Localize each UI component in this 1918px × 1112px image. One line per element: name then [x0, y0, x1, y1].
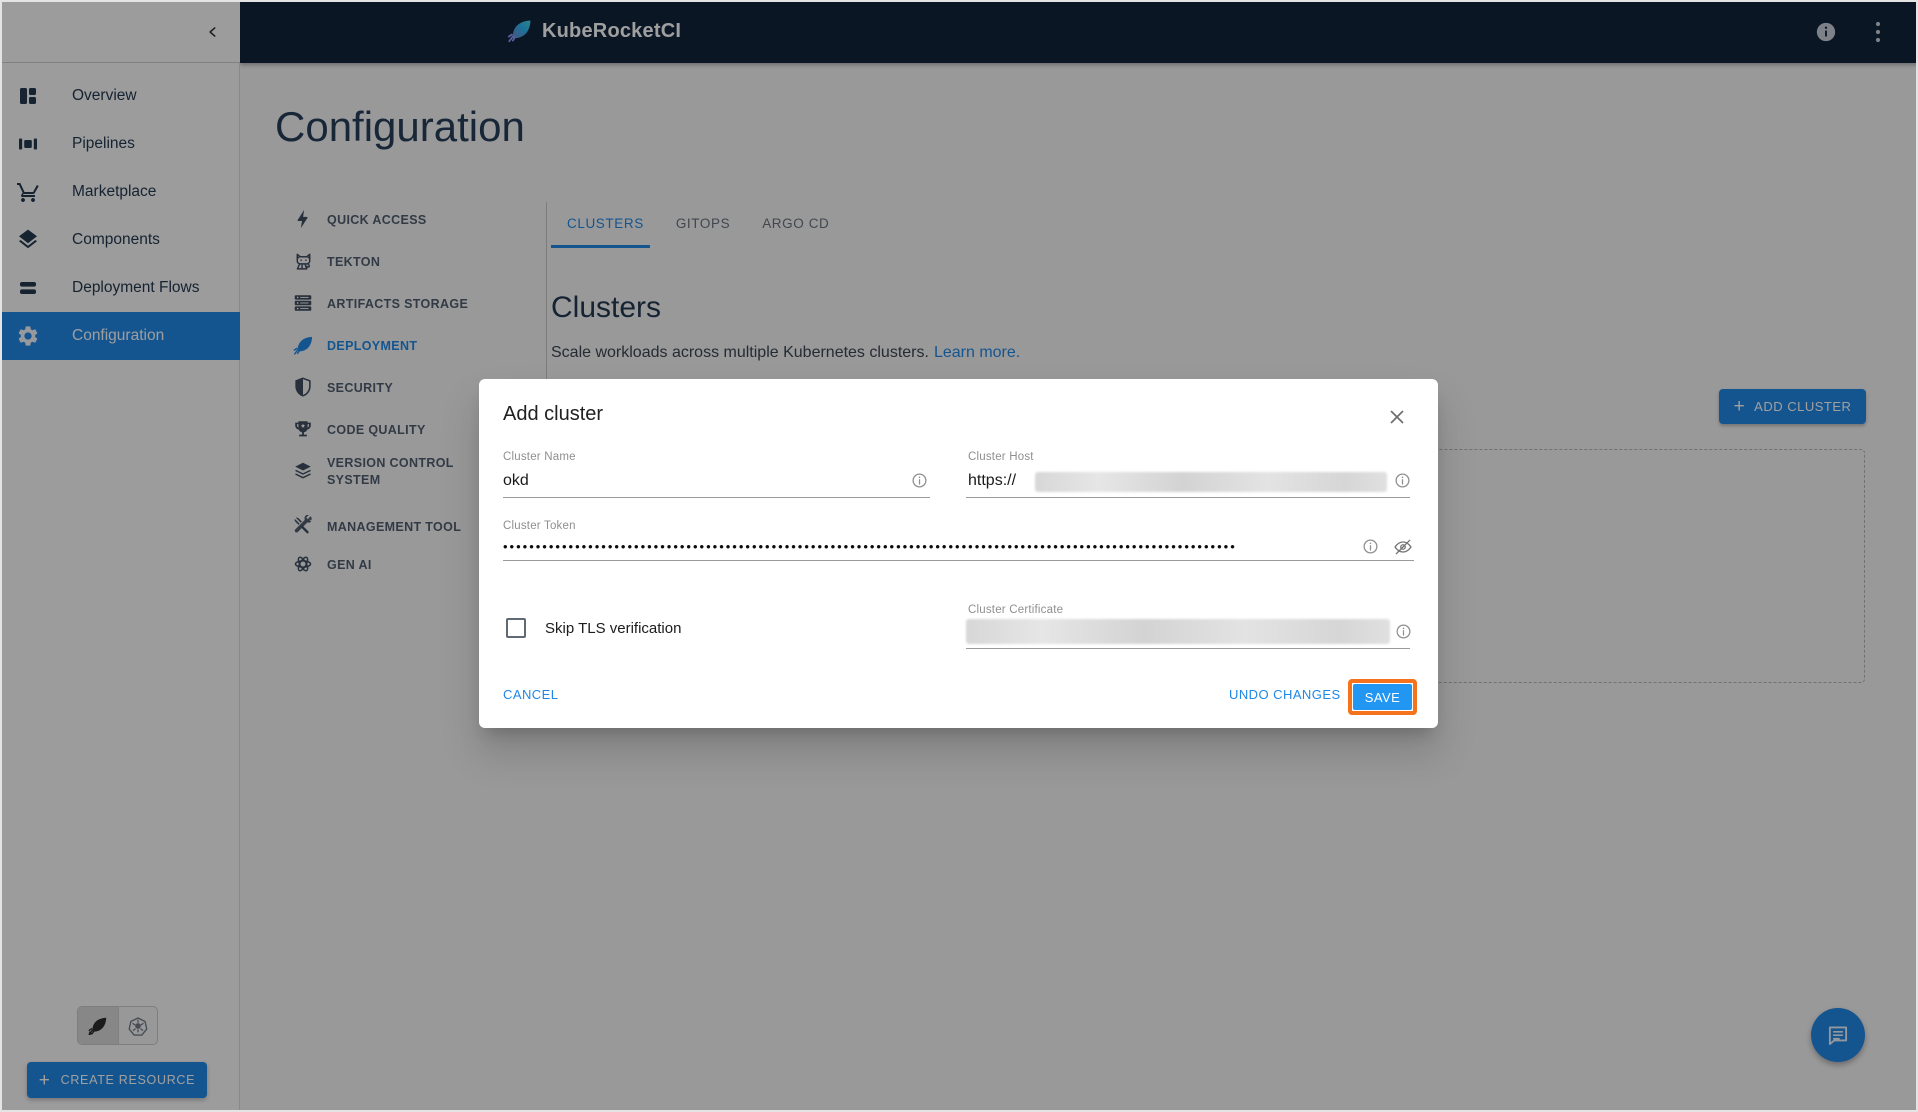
cluster-token-label: Cluster Token [503, 520, 576, 532]
dialog-close-button[interactable] [1383, 403, 1411, 431]
add-cluster-dialog: Add cluster Cluster Name okd Cluster Hos… [479, 379, 1438, 728]
skip-tls-checkbox[interactable] [506, 618, 526, 638]
cluster-token-underline [503, 560, 1414, 561]
dialog-title: Add cluster [503, 403, 603, 426]
info-outline-icon[interactable] [911, 472, 929, 490]
cluster-certificate-label: Cluster Certificate [968, 604, 1063, 616]
save-button-highlight-ring: SAVE [1348, 679, 1417, 715]
cluster-token-input[interactable]: ••••••••••••••••••••••••••••••••••••••••… [503, 537, 1359, 557]
cancel-button[interactable]: CANCEL [503, 687, 558, 702]
close-icon [1386, 406, 1408, 428]
cluster-name-underline [503, 497, 930, 498]
cluster-certificate-underline [966, 648, 1410, 649]
save-button[interactable]: SAVE [1353, 684, 1412, 710]
info-outline-icon[interactable] [1394, 472, 1412, 490]
cluster-name-label: Cluster Name [503, 451, 576, 463]
info-outline-icon[interactable] [1395, 623, 1413, 641]
undo-changes-button[interactable]: UNDO CHANGES [1229, 687, 1341, 702]
cluster-host-redacted-value [1035, 472, 1387, 492]
cluster-host-underline [966, 497, 1410, 498]
cluster-name-input[interactable]: okd [503, 472, 529, 490]
cluster-certificate-redacted-value [966, 619, 1390, 644]
visibility-off-icon[interactable] [1393, 537, 1411, 555]
info-outline-icon[interactable] [1362, 538, 1380, 556]
skip-tls-label: Skip TLS verification [545, 620, 681, 637]
cluster-host-label: Cluster Host [968, 451, 1034, 463]
cluster-host-input[interactable]: https:// [968, 472, 1016, 490]
app-window: Overview Pipelines Marketplace Component… [0, 0, 1918, 1112]
